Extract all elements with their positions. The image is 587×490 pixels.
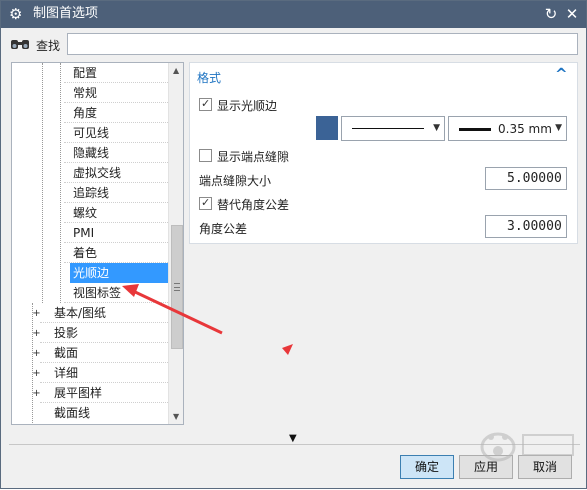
tree-item-label: 视图标签 <box>73 286 122 300</box>
close-icon[interactable]: ✕ <box>563 5 581 23</box>
expand-icon[interactable]: + <box>32 389 41 399</box>
tree-item-trace-lines[interactable]: 追踪线 <box>12 183 168 203</box>
line-color-swatch[interactable] <box>316 116 338 140</box>
tree-item-threads[interactable]: 螺纹 <box>12 203 168 223</box>
annotation-arrow-tip <box>282 344 293 355</box>
scrollbar-thumb[interactable] <box>171 225 183 349</box>
tree-item-view-label[interactable]: 视图标签 <box>12 283 168 303</box>
tree-group-section[interactable]: + 截面 <box>12 343 168 363</box>
tree-group-base-sheet[interactable]: + 基本/图纸 <box>12 303 168 323</box>
preferences-dialog: ⚙ 制图首选项 ↻ ✕ 查找 配置 常规 角度 可见线 隐藏线 虚拟交线 追踪线… <box>0 0 587 489</box>
show-smooth-edge-checkbox[interactable]: ✓ <box>199 97 212 111</box>
binoculars-icon <box>11 40 29 49</box>
dropdown-arrow-icon: ▼ <box>555 123 562 133</box>
show-endpoint-gap-checkbox[interactable] <box>199 149 212 162</box>
tree-item-shading[interactable]: 着色 <box>12 243 168 263</box>
search-label: 查找 <box>36 39 61 53</box>
scroll-down-icon[interactable]: ▼ <box>173 412 179 421</box>
collapse-icon[interactable]: ^ <box>555 65 568 83</box>
tree-item-label: 追踪线 <box>73 186 110 200</box>
tree-scrollbar[interactable]: ▲ ▼ <box>168 63 183 424</box>
tree-group-label: 展平图样 <box>54 386 103 400</box>
tree-item-label: 可见线 <box>73 126 110 140</box>
line-width-value: 0.35 mm <box>498 122 552 136</box>
tree-group-projection[interactable]: + 投影 <box>12 323 168 343</box>
expand-icon[interactable]: + <box>32 349 41 359</box>
tree-item-smooth-edges[interactable]: 光顺边 <box>12 263 168 283</box>
tree-group-detail[interactable]: + 详细 <box>12 363 168 383</box>
tree-group-label: 截面 <box>54 346 79 360</box>
checkmark-icon: ✓ <box>201 196 211 209</box>
preferences-tree: 配置 常规 角度 可见线 隐藏线 虚拟交线 追踪线 螺纹 PMI 着色 光顺边 … <box>11 62 184 425</box>
tree-item-configuration[interactable]: 配置 <box>12 63 168 83</box>
tree-group-label: 截面线 <box>54 406 91 420</box>
tree-item-general[interactable]: 常规 <box>12 83 168 103</box>
tree-group-flat-pattern[interactable]: + 展平图样 <box>12 383 168 403</box>
tree-item-angle[interactable]: 角度 <box>12 103 168 123</box>
apply-button[interactable]: 应用 <box>459 455 513 479</box>
search-row: 查找 <box>1 28 586 60</box>
tree-item-pmi[interactable]: PMI <box>12 223 168 243</box>
reset-icon[interactable]: ↻ <box>542 5 560 23</box>
scroll-up-icon[interactable]: ▲ <box>173 66 179 75</box>
line-width-dropdown[interactable]: 0.35 mm ▼ <box>448 116 567 141</box>
title-bar: ⚙ 制图首选项 ↻ ✕ <box>1 1 586 28</box>
search-input[interactable] <box>67 33 578 55</box>
thick-line-icon <box>459 128 491 131</box>
endpoint-gap-size-label: 端点缝隙大小 <box>199 174 272 188</box>
angle-tolerance-input[interactable]: 3.00000 <box>485 215 567 238</box>
expand-icon[interactable]: + <box>32 309 41 319</box>
tree-group-label: 基本/图纸 <box>54 306 107 320</box>
expand-icon[interactable]: + <box>32 329 41 339</box>
solid-line-icon <box>352 128 424 129</box>
ok-button[interactable]: 确定 <box>400 455 454 479</box>
divider <box>9 444 580 445</box>
window-title: 制图首选项 <box>33 6 99 21</box>
tree-group-label: 投影 <box>54 326 79 340</box>
angle-tolerance-label: 角度公差 <box>199 222 248 236</box>
more-options-arrow-icon[interactable]: ▼ <box>289 433 297 444</box>
tree-item-virtual-intersections[interactable]: 虚拟交线 <box>12 163 168 183</box>
tree-item-label: PMI <box>73 226 95 240</box>
tree-item-visible-lines[interactable]: 可见线 <box>12 123 168 143</box>
cancel-button[interactable]: 取消 <box>518 455 572 479</box>
tree-item-label: 隐藏线 <box>73 146 110 160</box>
tree-item-label: 着色 <box>73 246 98 260</box>
dropdown-arrow-icon: ▼ <box>433 123 440 133</box>
tree-item-label: 虚拟交线 <box>73 166 122 180</box>
tree-item-label: 配置 <box>73 66 98 80</box>
endpoint-gap-size-input[interactable]: 5.00000 <box>485 167 567 190</box>
tree-item-label: 光顺边 <box>70 263 168 283</box>
show-endpoint-gap-label: 显示端点缝隙 <box>217 150 290 164</box>
checkmark-icon: ✓ <box>201 97 211 110</box>
gear-icon: ⚙ <box>9 5 23 23</box>
show-smooth-edge-label: 显示光顺边 <box>217 99 278 113</box>
tree-item-label: 角度 <box>73 106 98 120</box>
tree-item-label: 常规 <box>73 86 98 100</box>
section-title: 格式 <box>197 71 222 85</box>
line-font-dropdown[interactable]: ▼ <box>341 116 445 141</box>
tree-group-label: 详细 <box>54 366 79 380</box>
substitute-angle-tolerance-label: 替代角度公差 <box>217 198 290 212</box>
substitute-angle-tolerance-checkbox[interactable]: ✓ <box>199 196 212 210</box>
tree-group-section-line[interactable]: 截面线 <box>12 403 168 423</box>
tree-item-label: 螺纹 <box>73 206 98 220</box>
expand-icon[interactable]: + <box>32 369 41 379</box>
format-panel: 格式 ^ ✓ 显示光顺边 ▼ 0.35 mm ▼ 显示端点缝隙 端点缝隙大小 5… <box>189 62 578 244</box>
tree-item-hidden-lines[interactable]: 隐藏线 <box>12 143 168 163</box>
